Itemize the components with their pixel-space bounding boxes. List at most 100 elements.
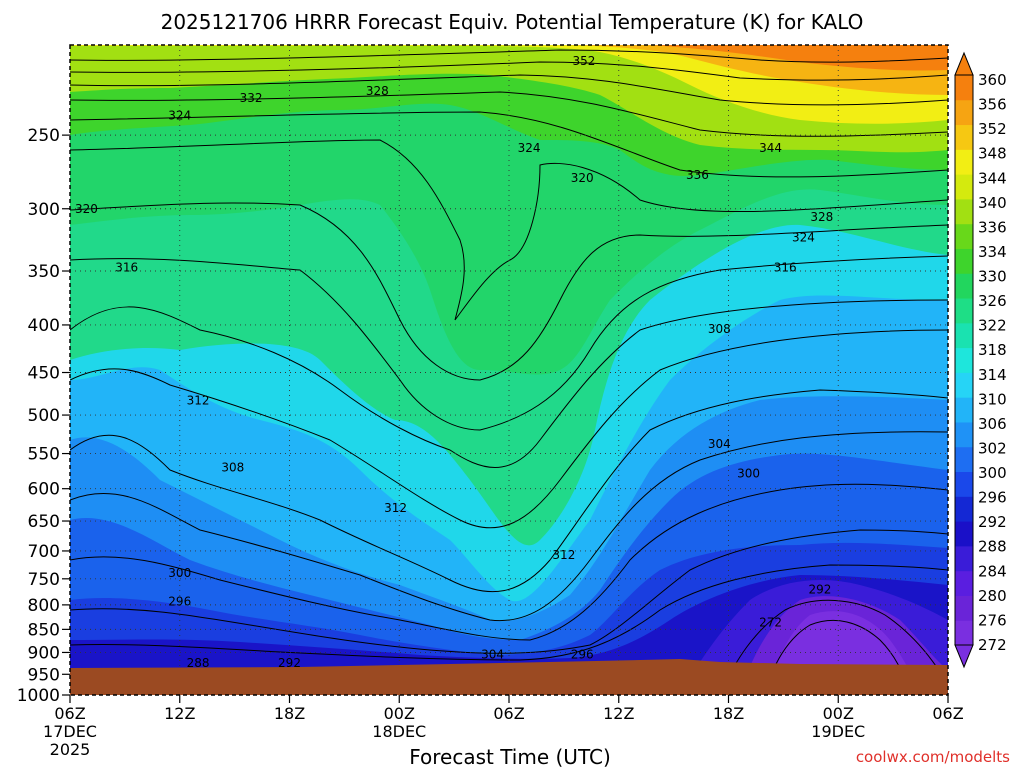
y-tick-label: 700 (28, 542, 60, 562)
contour-label-text: 328 (366, 84, 389, 98)
contour-label-text: 292 (809, 582, 832, 596)
colorbar-swatch (955, 273, 973, 299)
y-tick-label: 800 (28, 596, 60, 616)
contour-label: 304 (708, 437, 731, 451)
colorbar-swatch (955, 496, 973, 522)
contour-label: 324 (518, 141, 541, 155)
contour-label-text: 320 (75, 202, 98, 216)
contour-label: 332 (240, 91, 263, 105)
contour-label-text: 312 (384, 501, 407, 515)
contour-label: 324 (168, 108, 191, 122)
contour-label: 288 (187, 656, 210, 670)
contour-label: 292 (809, 582, 832, 596)
chart-root: 2025121706 HRRR Forecast Equiv. Potentia… (0, 0, 1024, 768)
colorbar-swatch (955, 298, 973, 324)
colorbar-swatch (955, 322, 973, 349)
colorbar-label: 310 (978, 390, 1007, 408)
contour-label: 300 (737, 467, 760, 481)
chart-title: 2025121706 HRRR Forecast Equiv. Potentia… (161, 10, 864, 34)
contour-label: 328 (810, 210, 833, 224)
contour-label-text: 296 (168, 594, 191, 608)
colorbar-label: 302 (978, 439, 1007, 457)
colorbar-swatch (955, 174, 973, 200)
contour-label-text: 324 (168, 108, 191, 122)
contour-label-text: 296 (571, 648, 594, 662)
contour-label: 272 (759, 616, 782, 630)
contour-label: 296 (571, 648, 594, 662)
y-tick-label: 1000 (17, 686, 60, 706)
y-tick-label: 950 (28, 665, 60, 685)
x-tick-label: 06Z (493, 704, 524, 723)
colorbar-swatch (955, 223, 973, 249)
y-tick-label: 400 (28, 316, 60, 336)
contour-label-text: 300 (168, 566, 191, 580)
x-tick-label: 18Z (274, 704, 305, 723)
colorbar-label: 326 (978, 292, 1007, 310)
colorbar-swatch (955, 421, 973, 448)
contour-label-text: 324 (792, 230, 815, 244)
x-axis-label: Forecast Time (UTC) (409, 745, 611, 768)
contour-label-text: 304 (708, 437, 731, 451)
contour-label-text: 336 (686, 168, 709, 182)
colorbar-swatch (955, 248, 973, 274)
colorbar-swatch (955, 198, 973, 225)
colorbar-swatch (955, 570, 973, 596)
contour-label-text: 312 (552, 548, 575, 562)
colorbar-label: 284 (978, 562, 1007, 580)
contour-label: 308 (221, 460, 244, 474)
colorbar-label: 348 (978, 145, 1007, 163)
contour-label-text: 304 (481, 648, 504, 662)
x-tick-label: 06Z (932, 704, 963, 723)
colorbar-label: 322 (978, 317, 1007, 335)
contour-label: 316 (774, 261, 797, 275)
colorbar-swatch (955, 124, 973, 150)
colorbar-label: 306 (978, 415, 1007, 433)
colorbar-swatch (955, 397, 973, 423)
colorbar-label: 334 (978, 243, 1007, 261)
x-tick-label: 18Z (713, 704, 744, 723)
credit-link[interactable]: coolwx.com/modelts (856, 748, 1010, 766)
x-tick-date: 17DEC (43, 722, 97, 741)
contour-label: 324 (792, 230, 815, 244)
colorbar-swatch (955, 620, 973, 646)
contour-label: 300 (168, 566, 191, 580)
contour-label-text: 308 (708, 322, 731, 336)
colorbar-label: 288 (978, 538, 1007, 556)
contour-label: 312 (384, 501, 407, 515)
y-tick-label: 350 (28, 262, 60, 282)
contour-label-text: 328 (810, 210, 833, 224)
colorbar-label: 330 (978, 268, 1007, 286)
colorbar-top-arrow (954, 51, 974, 76)
colorbar-swatch (955, 149, 973, 175)
x-tick-date: 19DEC (811, 722, 865, 741)
colorbar-label: 272 (978, 636, 1007, 654)
contour-label-text: 352 (573, 54, 596, 68)
colorbar-label: 336 (978, 218, 1007, 236)
contour-label: 320 (571, 171, 594, 185)
x-tick-label: 12Z (164, 704, 195, 723)
contour-label: 344 (759, 141, 782, 155)
contour-label-text: 320 (571, 171, 594, 185)
colorbar-label: 300 (978, 464, 1007, 482)
colorbar: 272 276 280 284 288 292 296 300 302 306 310 314 318 3… (954, 51, 1007, 669)
x-tick-label: 12Z (603, 704, 634, 723)
colorbar-label: 280 (978, 587, 1007, 605)
y-tick-label: 300 (28, 200, 60, 220)
y-tick-label: 750 (28, 570, 60, 590)
y-tick-label: 450 (28, 364, 60, 384)
colorbar-label: 318 (978, 341, 1007, 359)
colorbar-label: 360 (978, 71, 1007, 89)
colorbar-swatch (955, 545, 973, 572)
colorbar-swatch (955, 372, 973, 398)
colorbar-swatch (955, 521, 973, 547)
contour-label-text: 316 (115, 261, 138, 275)
colorbar-bottom-arrow (954, 644, 974, 669)
contour-label-text: 344 (759, 141, 782, 155)
colorbar-label: 356 (978, 96, 1007, 114)
x-tick-label: 00Z (384, 704, 415, 723)
colorbar-label: 344 (978, 169, 1007, 187)
y-tick-label: 650 (28, 512, 60, 532)
chart-svg: 2025121706 HRRR Forecast Equiv. Potentia… (17, 10, 1010, 768)
contour-label-text: 272 (759, 616, 782, 630)
contour-label: 296 (168, 594, 191, 608)
